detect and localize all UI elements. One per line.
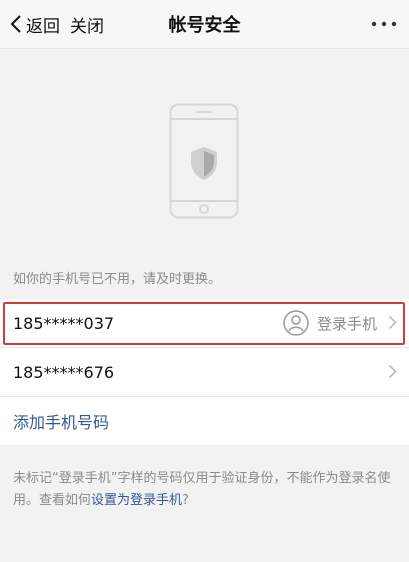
more-icon xyxy=(371,21,397,27)
phone-list: 185*****037 登录手机 185*****676 添加手机号码 xyxy=(0,299,409,445)
set-login-phone-link[interactable]: 设置为登录手机 xyxy=(91,493,182,508)
top-nav-bar: 返回 关闭 帐号安全 xyxy=(0,0,409,49)
phone-shield-illustration-icon xyxy=(169,103,239,219)
user-icon xyxy=(283,310,309,336)
add-phone-link[interactable]: 添加手机号码 xyxy=(13,409,109,433)
footer-note: 未标记“登录手机”字样的号码仅用于验证身份，不能作为登录名使用。查看如何设置为登… xyxy=(13,468,398,512)
login-phone-label: 登录手机 xyxy=(316,314,377,333)
note-suffix: ? xyxy=(182,493,189,508)
page-title: 帐号安全 xyxy=(168,15,241,36)
phone-number: 185*****676 xyxy=(13,362,115,382)
phone-row[interactable]: 185*****676 xyxy=(0,347,409,396)
more-button[interactable] xyxy=(371,0,397,48)
note-text: 未标记“登录手机”字样的号码仅用于验证身份，不能作为登录名使用。查看如何 xyxy=(13,471,391,508)
chevron-right-icon xyxy=(388,364,397,379)
chevron-right-icon xyxy=(388,315,397,330)
phone-row-login[interactable]: 185*****037 登录手机 xyxy=(0,299,409,347)
login-phone-tag: 登录手机 xyxy=(283,299,377,347)
hint-text: 如你的手机号已不用，请及时更换。 xyxy=(13,272,222,287)
phone-number: 185*****037 xyxy=(13,313,115,333)
add-phone-row[interactable]: 添加手机号码 xyxy=(0,396,409,445)
